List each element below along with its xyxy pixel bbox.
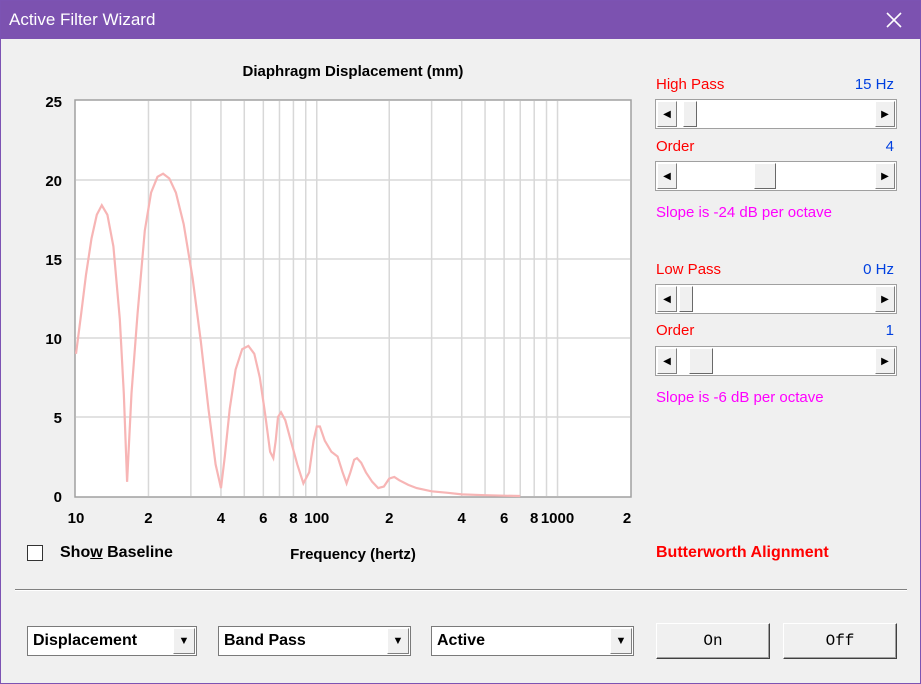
high-pass-right-button[interactable]: ▶	[875, 101, 895, 127]
low-order-right-button[interactable]: ▶	[875, 348, 895, 374]
mode-dropdown-value: Displacement	[33, 632, 138, 649]
high-pass-order-label: Order	[656, 138, 695, 155]
mode-dropdown[interactable]: Displacement ▼	[27, 626, 197, 656]
low-pass-slider[interactable]: ◀ ▶	[655, 284, 897, 314]
plot-area	[74, 99, 632, 498]
y-tick-labels: 0 5 10 15 20 25	[45, 94, 62, 506]
x-tick-label: 2	[623, 510, 631, 527]
x-tick-label: 4	[217, 510, 226, 527]
arrow-right-icon: ▶	[881, 170, 889, 182]
close-button[interactable]	[876, 3, 912, 37]
filter-kind-dropdown-arrow[interactable]: ▼	[610, 628, 632, 654]
arrow-left-icon: ◀	[663, 170, 671, 182]
low-pass-left-button[interactable]: ◀	[657, 286, 677, 312]
y-tick-label: 20	[45, 173, 62, 190]
high-pass-thumb[interactable]	[682, 101, 697, 127]
y-tick-label: 0	[54, 489, 62, 506]
x-tick-label: 8	[530, 510, 538, 527]
x-tick-label: 6	[500, 510, 508, 527]
low-pass-value: 0 Hz	[863, 261, 894, 278]
y-tick-label: 10	[45, 331, 62, 348]
high-order-left-button[interactable]: ◀	[657, 163, 677, 189]
y-tick-label: 25	[45, 94, 62, 111]
filter-type-dropdown-value: Band Pass	[224, 632, 306, 649]
divider	[15, 589, 907, 591]
arrow-left-icon: ◀	[663, 355, 671, 367]
title-bar[interactable]: Active Filter Wizard	[1, 1, 920, 39]
low-pass-order-label: Order	[656, 322, 695, 339]
arrow-right-icon: ▶	[881, 293, 889, 305]
chevron-down-icon: ▼	[392, 635, 404, 647]
on-button[interactable]: On	[656, 623, 770, 659]
low-pass-label: Low Pass	[656, 261, 722, 278]
x-tick-label: 2	[144, 510, 152, 527]
high-pass-value: 15 Hz	[854, 76, 894, 93]
low-pass-right-button[interactable]: ▶	[875, 286, 895, 312]
x-tick-label: 2	[385, 510, 393, 527]
low-pass-order-slider[interactable]: ◀ ▶	[655, 346, 897, 376]
low-pass-thumb[interactable]	[678, 286, 693, 312]
x-tick-labels: 10 2 4 6 8 100 2 4 6 8 1000 2	[68, 510, 632, 527]
arrow-left-icon: ◀	[663, 108, 671, 120]
high-order-thumb[interactable]	[753, 163, 776, 189]
show-baseline-checkbox[interactable]	[27, 545, 43, 561]
high-order-right-button[interactable]: ▶	[875, 163, 895, 189]
x-tick-label: 100	[304, 510, 329, 527]
alignment-label: Butterworth Alignment	[656, 544, 829, 561]
high-pass-order-slider[interactable]: ◀ ▶	[655, 161, 897, 191]
low-pass-order-value: 1	[885, 322, 894, 339]
arrow-right-icon: ▶	[881, 108, 889, 120]
filter-kind-dropdown[interactable]: Active ▼	[431, 626, 634, 656]
off-button[interactable]: Off	[783, 623, 897, 659]
filter-type-dropdown-arrow[interactable]: ▼	[387, 628, 409, 654]
x-axis-label: Frequency (hertz)	[290, 546, 416, 563]
high-slope-text: Slope is -24 dB per octave	[656, 204, 832, 221]
chevron-down-icon: ▼	[615, 635, 627, 647]
mode-dropdown-arrow[interactable]: ▼	[173, 628, 195, 654]
arrow-left-icon: ◀	[663, 293, 671, 305]
chart-title: Diaphragm Displacement (mm)	[243, 63, 464, 80]
high-pass-order-value: 4	[885, 138, 894, 155]
active-filter-wizard-window: Active Filter Wizard Diaphragm Displacem…	[0, 0, 921, 684]
low-order-left-button[interactable]: ◀	[657, 348, 677, 374]
y-tick-label: 15	[45, 252, 62, 269]
show-baseline-label[interactable]: Show Baseline	[60, 544, 173, 562]
low-slope-text: Slope is -6 dB per octave	[656, 389, 824, 406]
high-pass-left-button[interactable]: ◀	[657, 101, 677, 127]
x-tick-label: 4	[458, 510, 467, 527]
arrow-right-icon: ▶	[881, 355, 889, 367]
close-icon	[886, 12, 902, 28]
x-tick-label: 1000	[541, 510, 574, 527]
low-order-thumb[interactable]	[689, 348, 714, 374]
x-tick-label: 6	[259, 510, 267, 527]
x-tick-label: 8	[289, 510, 297, 527]
displacement-chart: Diaphragm Displacement (mm) 0 5 10 15 20 25 1…	[45, 63, 632, 563]
x-tick-label: 10	[68, 510, 85, 527]
filter-kind-dropdown-value: Active	[437, 632, 486, 649]
high-pass-label: High Pass	[656, 76, 725, 93]
filter-type-dropdown[interactable]: Band Pass ▼	[218, 626, 411, 656]
y-tick-label: 5	[54, 410, 62, 427]
chevron-down-icon: ▼	[178, 635, 190, 647]
high-pass-slider[interactable]: ◀ ▶	[655, 99, 897, 129]
window-title: Active Filter Wizard	[9, 10, 156, 29]
